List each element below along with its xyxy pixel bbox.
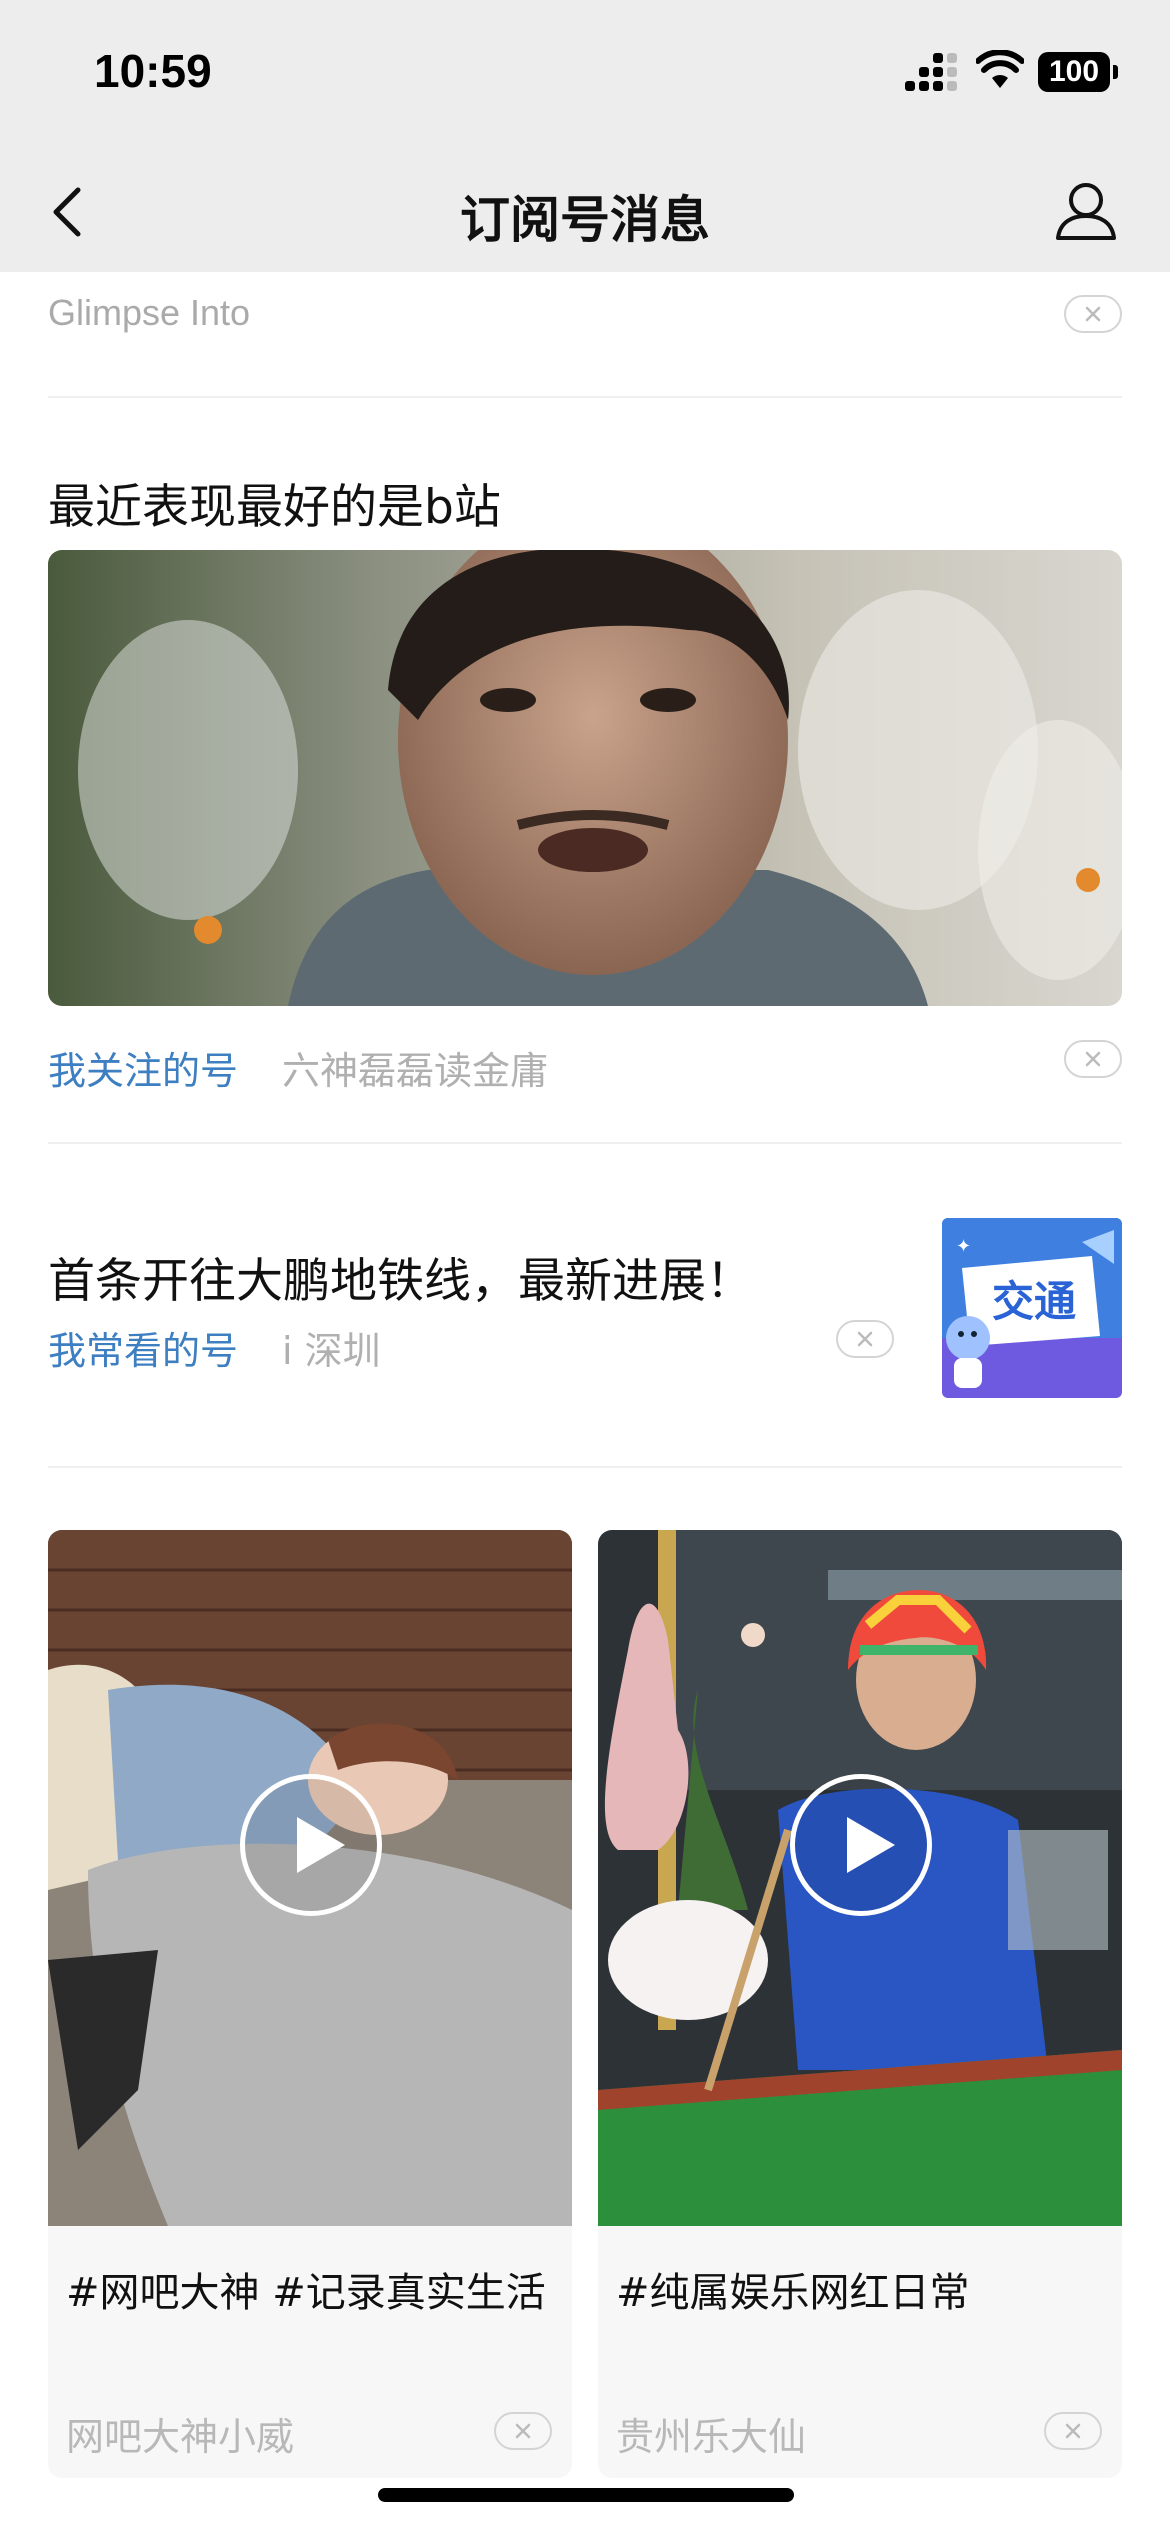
article-title[interactable]: 首条开往大鹏地铁线，最新进展！ [48,1242,753,1311]
wifi-icon [976,50,1024,88]
status-time: 10:59 [94,45,212,97]
article-title[interactable]: 最近表现最好的是b站 [48,468,501,537]
svg-text:✦: ✦ [956,1236,971,1257]
close-icon [857,1331,873,1347]
thumb-label: 交通 [992,1277,1076,1326]
source-tag[interactable]: 我关注的号 [48,1040,238,1095]
page-title: 订阅号消息 [460,191,710,249]
close-icon [1085,306,1101,322]
dismiss-button[interactable] [1044,2412,1102,2450]
play-icon [297,1817,345,1873]
profile-icon [1056,183,1116,240]
divider [48,1142,1122,1144]
divider [48,1466,1122,1468]
source-name[interactable]: 六神磊磊读金庸 [282,1040,548,1095]
video-cover-image[interactable] [48,1530,572,2226]
home-indicator[interactable] [378,2488,794,2502]
article-thumbnail[interactable]: 交通 ✦ [942,1218,1122,1398]
close-icon [1065,2423,1081,2439]
video-card-author: 网吧大神小威 [66,2415,295,2459]
status-bar: 10:59 100 [0,0,1170,150]
play-button[interactable] [240,1774,382,1916]
play-button[interactable] [790,1774,932,1916]
dismiss-button[interactable] [494,2412,552,2450]
article-cover-image[interactable] [48,550,1122,1006]
video-card-title: #纯属娱乐网红日常 [616,2270,970,2316]
video-card[interactable]: #网吧大神 #记录真实生活 网吧大神小威 [48,1530,572,2478]
profile-button[interactable] [1046,172,1126,252]
video-card-title: #网吧大神 #记录真实生活 [66,2270,546,2316]
source-tag[interactable]: 我常看的号 [48,1320,238,1375]
video-cover-image[interactable] [598,1530,1122,2226]
divider [48,396,1122,398]
battery-icon: 100 [1038,52,1118,92]
video-card-author: 贵州乐大仙 [616,2415,807,2459]
video-card[interactable]: #纯属娱乐网红日常 贵州乐大仙 [598,1530,1122,2478]
close-icon [1085,1051,1101,1067]
source-name[interactable]: i 深圳 [282,1320,381,1375]
article-source-text: Glimpse Into [48,292,251,333]
dismiss-button[interactable] [1064,1040,1122,1078]
dismiss-button[interactable] [1064,295,1122,333]
signal-icon [905,53,959,93]
nav-bar: 订阅号消息 [0,150,1170,272]
play-icon [847,1817,895,1873]
dismiss-button[interactable] [836,1320,894,1358]
close-icon [515,2423,531,2439]
